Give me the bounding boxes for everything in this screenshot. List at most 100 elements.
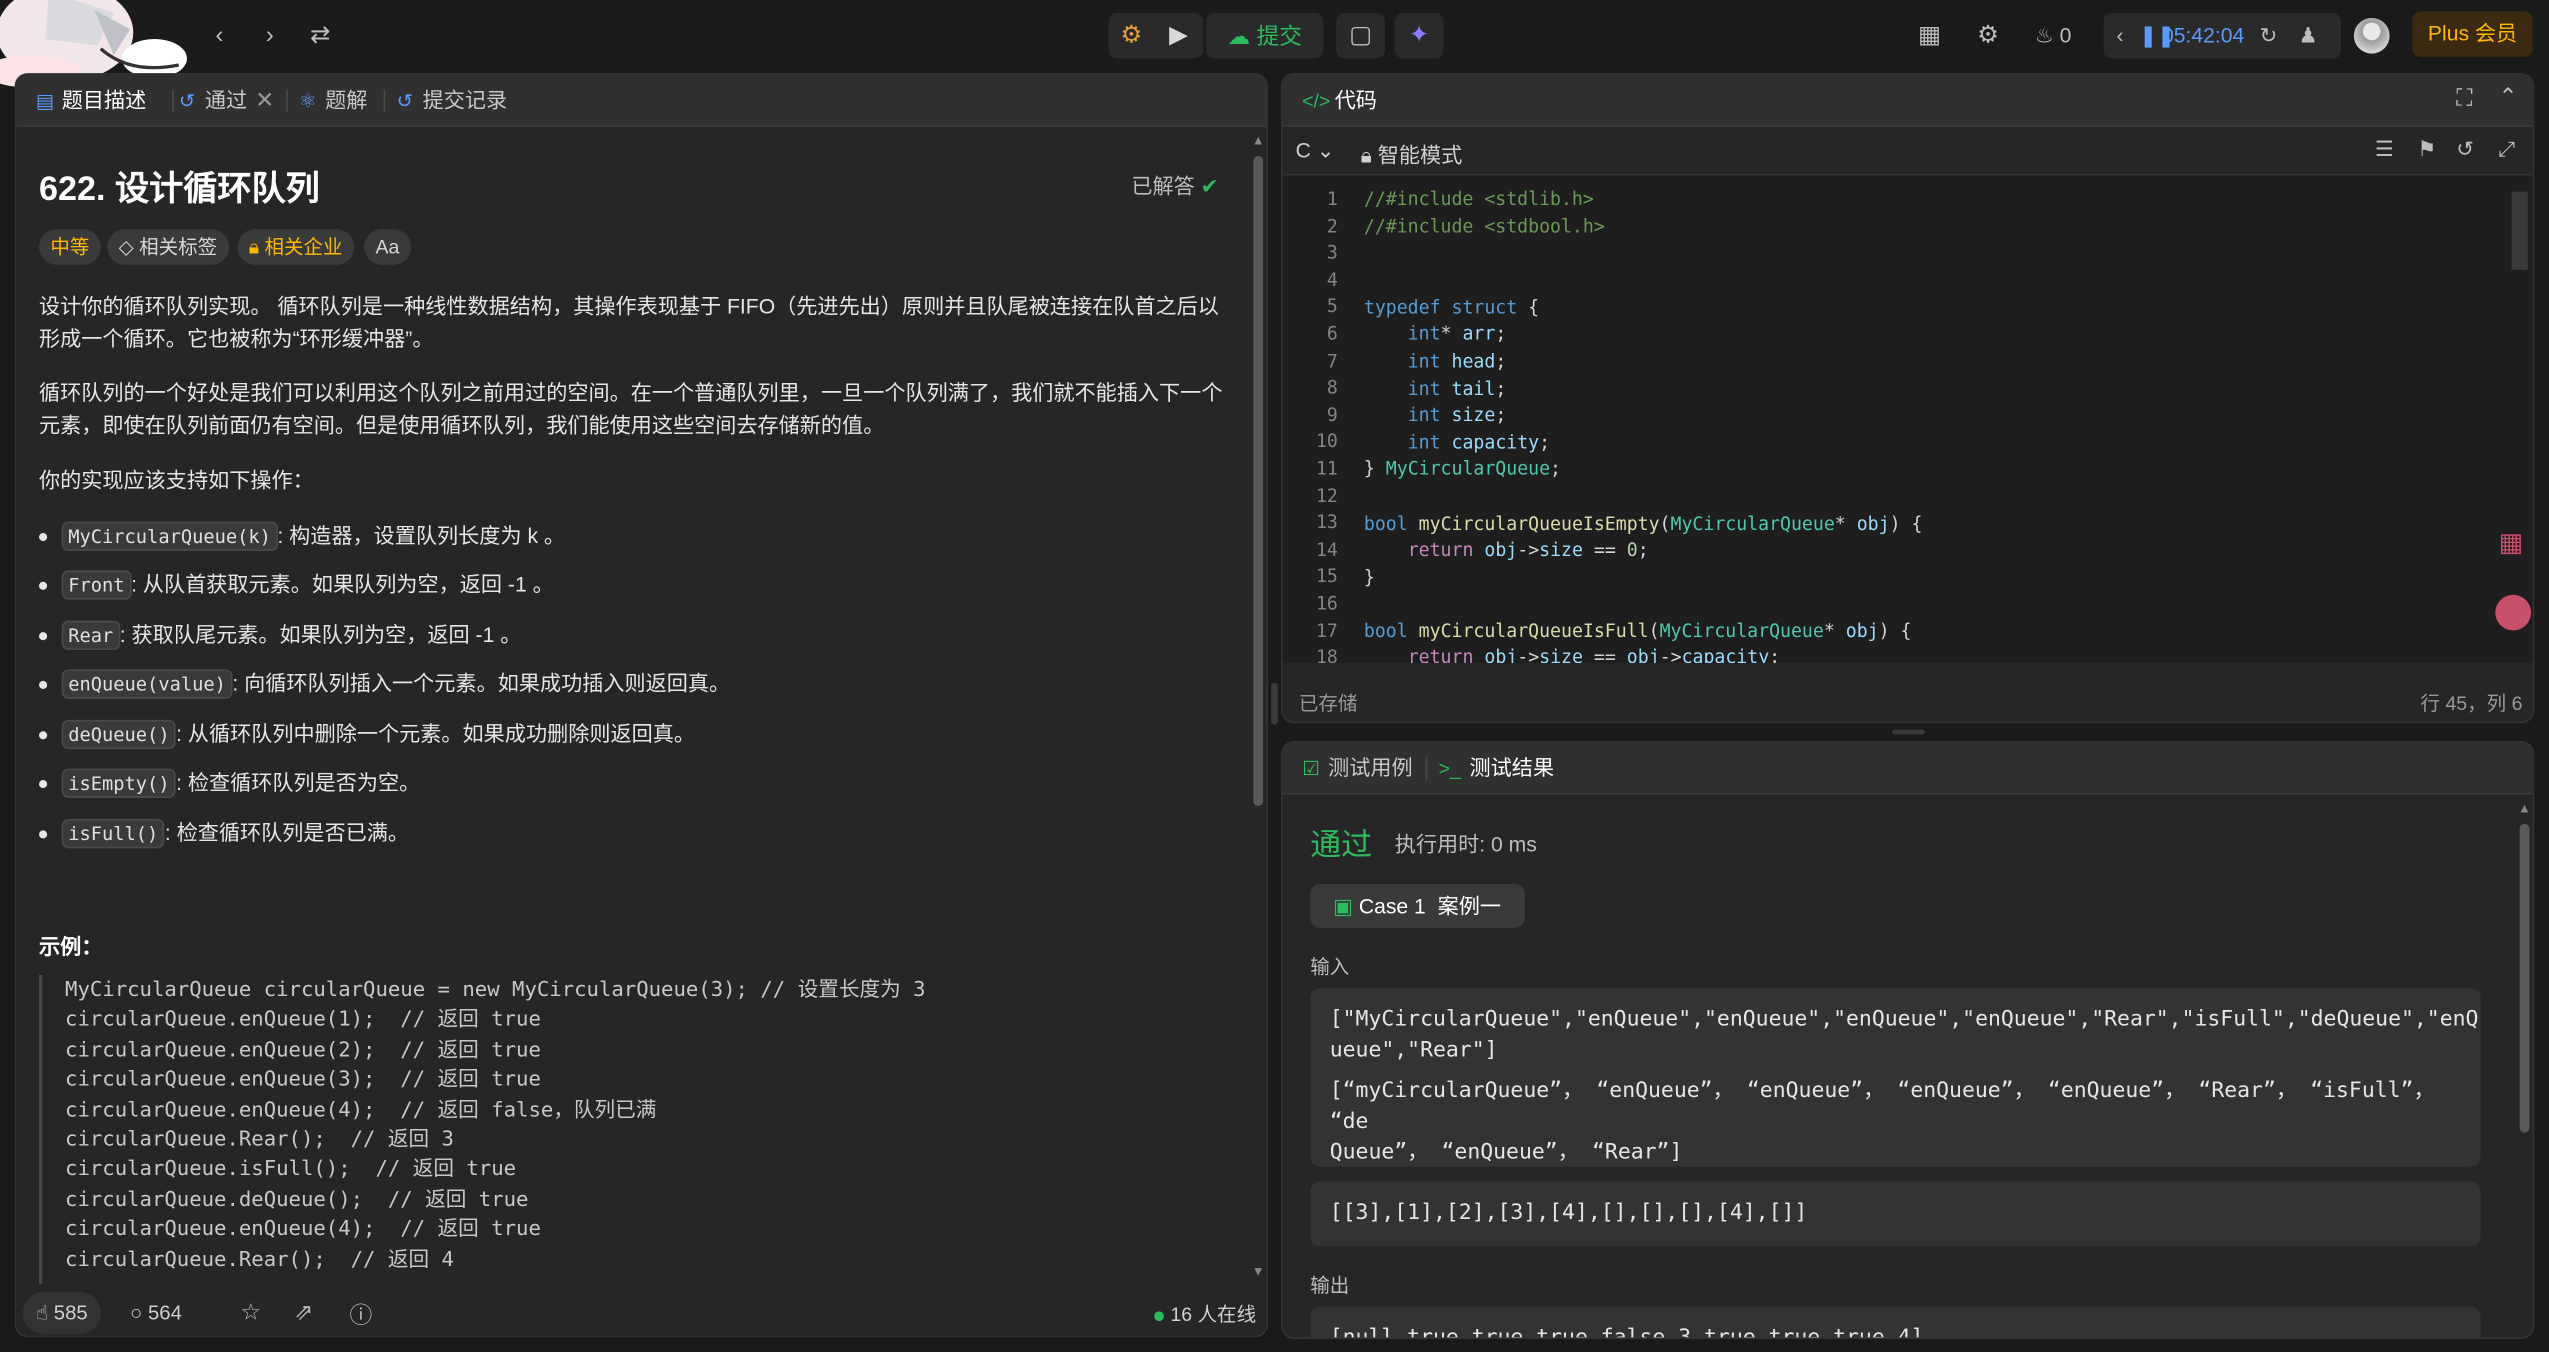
note-icon: ▢ — [1349, 21, 1373, 49]
font-size-chip[interactable]: Aa — [364, 229, 411, 265]
refresh-icon[interactable]: ↻ — [2260, 13, 2278, 59]
grid-app-icon[interactable]: ▦ — [2499, 527, 2524, 560]
format-icon[interactable]: ☰ — [2375, 137, 2394, 163]
line-number: 1 — [1326, 188, 1338, 210]
avatar[interactable] — [2353, 17, 2390, 54]
output-box: [null,true,true,true,false,3,true,true,t… — [1310, 1306, 2481, 1338]
line-number: 15 — [1315, 566, 1338, 588]
tab-solutions[interactable]: ⚛ 题解 — [296, 75, 367, 127]
debug-icon[interactable]: ⚙ — [1114, 18, 1150, 54]
reset-icon[interactable]: ↺ — [2456, 137, 2474, 163]
lock-icon: 🔒︎ — [248, 235, 265, 259]
line-number: 14 — [1315, 539, 1338, 561]
case-tab[interactable]: ▣ Case 1 案例一 — [1310, 884, 1525, 928]
code-line: //#include <stdbool.h> — [1363, 216, 1605, 238]
thumbs-up-icon: ☝ — [35, 1301, 54, 1325]
shuffle-icon[interactable]: ⇄ — [302, 18, 338, 54]
run-icon[interactable]: ▶ — [1161, 18, 1197, 54]
like-button[interactable]: ☝ 585 — [22, 1291, 101, 1335]
horizontal-splitter[interactable] — [1892, 729, 1925, 735]
prev-problem-icon[interactable]: ‹ — [202, 18, 238, 54]
online-count: 16 人在线 — [1154, 1300, 1256, 1328]
comments-button[interactable]: ○ 564 — [117, 1292, 195, 1334]
help-icon[interactable]: ⓘ — [350, 1298, 373, 1331]
description-footer: ☝ 585 ○ 564 ☆ ⇗ ⓘ 16 人在线 — [16, 1285, 1267, 1336]
collapse-icon[interactable]: ⌃ — [2499, 83, 2518, 111]
list-item: MyCircularQueue(k): 构造器，设置队列长度为 k 。 — [39, 520, 565, 553]
code-header: </> 代码 ⛶ ⌃ — [1282, 74, 2533, 127]
code-icon: </> — [1302, 89, 1331, 113]
language-select[interactable]: C ⌄ — [1296, 138, 1335, 164]
editor-status-bar: 已存储 行 45，列 6 — [1283, 679, 2533, 721]
star-icon[interactable]: ☆ — [241, 1298, 261, 1326]
line-number: 2 — [1326, 215, 1338, 237]
list-item: Front: 从队首获取元素。如果队列为空，返回 -1 。 — [39, 569, 554, 602]
plus-member-button[interactable]: Plus 会员 — [2412, 11, 2533, 57]
editor-scrollbar[interactable] — [2511, 191, 2528, 270]
description-scrollbar[interactable]: ▲ ▼ — [1252, 133, 1265, 1284]
code-editor[interactable]: 1 2 3 4 5 6 7 8 9 10 11 12 13 14 15 16 17 18 //#include <… — [1282, 175, 2533, 663]
runtime: 执行用时: 0 ms — [1394, 832, 1537, 857]
input-box-1: ["MyCircularQueue","enQueue","enQueue","… — [1310, 988, 2481, 1167]
gear-icon[interactable]: ⚙ — [1970, 18, 2006, 54]
code-line: } MyCircularQueue; — [1363, 458, 1562, 480]
bookmark-icon[interactable]: ⚑ — [2417, 137, 2436, 163]
line-number: 13 — [1315, 512, 1338, 534]
top-bar: ‹ › ⇄ ⚙ ▶ ☁ 提交 ▢ ✦ ▦ ⚙ ♨ 0 ‹ ❚❚ 05:42:04… — [0, 0, 2549, 88]
submit-button[interactable]: ☁ 提交 — [1206, 13, 1324, 59]
code-line: typedef struct { — [1363, 297, 1540, 319]
tab-testcases[interactable]: ☑ 测试用例 — [1299, 743, 1413, 795]
tags-chip[interactable]: ◇ 相关标签 — [107, 229, 229, 265]
line-number: 3 — [1326, 242, 1338, 264]
online-dot-icon — [1154, 1311, 1164, 1321]
difficulty-badge: 中等 — [39, 229, 101, 265]
flask-icon: ⚛ — [299, 89, 317, 113]
comment-icon: ○ — [130, 1301, 148, 1325]
maximize-icon[interactable]: ⛶ — [2456, 85, 2472, 113]
layout-icon[interactable]: ▦ — [1912, 18, 1948, 54]
checkbox-icon: ☑ — [1302, 757, 1320, 780]
example-code-block: MyCircularQueue circularQueue = new MyCi… — [39, 975, 1242, 1284]
code-line: int tail; — [1407, 378, 1507, 400]
share-icon[interactable]: ⇗ — [294, 1298, 313, 1326]
fullscreen-icon[interactable]: ⤢ — [2499, 137, 2516, 163]
timer-value: 05:42:04 — [2162, 22, 2245, 48]
terminal-icon: >_ — [1438, 757, 1461, 780]
close-icon[interactable]: ✕ — [255, 86, 274, 114]
companies-chip[interactable]: 🔒︎ 相关企业 — [237, 229, 354, 265]
input-label: 输入 — [1310, 955, 1350, 979]
tab-description[interactable]: ▤ 题目描述 — [33, 75, 147, 127]
line-number: 10 — [1315, 431, 1338, 453]
list-item: deQueue(): 从循环队列中删除一个元素。如果成功删除则返回真。 — [39, 718, 695, 751]
timer[interactable]: ‹ ❚❚ 05:42:04 ↻ ♟ — [2103, 13, 2341, 59]
line-number: 16 — [1315, 593, 1338, 615]
code-line: int head; — [1407, 351, 1507, 373]
line-number: 4 — [1326, 269, 1338, 291]
output-label: 输出 — [1310, 1274, 1350, 1297]
list-item: Rear: 获取队尾元素。如果队列为空，返回 -1 。 — [39, 619, 521, 652]
tab-test-result[interactable]: >_ 测试结果 — [1435, 743, 1554, 795]
check-square-icon: ▣ — [1332, 893, 1359, 919]
check-circle-icon: ✔ — [1200, 173, 1219, 199]
vertical-splitter[interactable] — [1271, 682, 1278, 725]
description-tabs: ▤ 题目描述 ↺ 通过 ✕ ⚛ 题解 ↺ 提交记录 — [16, 74, 1267, 127]
line-number: 12 — [1315, 485, 1338, 507]
code-line: return obj->size == 0; — [1407, 539, 1649, 561]
streak-counter[interactable]: ♨ 0 — [2029, 18, 2078, 54]
result-status: 通过 — [1310, 828, 1373, 863]
saved-status: 已存储 — [1298, 692, 1358, 715]
add-user-icon[interactable]: ♟ — [2299, 13, 2318, 59]
tab-code[interactable]: </> 代码 — [1299, 75, 1377, 127]
history-icon: ↺ — [396, 89, 414, 113]
line-number: 11 — [1315, 458, 1338, 480]
next-problem-icon[interactable]: › — [252, 18, 288, 54]
smart-mode[interactable]: 🔒︎ 智能模式 — [1361, 138, 1463, 169]
list-item: enQueue(value): 向循环队列插入一个元素。如果成功插入则返回真。 — [39, 668, 730, 701]
chevron-left-icon[interactable]: ‹ — [2117, 13, 2124, 59]
assistant-floating-button[interactable] — [2495, 594, 2532, 631]
code-line: bool myCircularQueueIsFull(MyCircularQue… — [1363, 620, 1912, 642]
description-panel: ▤ 题目描述 ↺ 通过 ✕ ⚛ 题解 ↺ 提交记录 622. 设计循环队列 已解答 ✔ … — [14, 73, 1268, 1338]
tab-accepted[interactable]: ↺ 通过 — [176, 75, 247, 127]
tab-submissions[interactable]: ↺ 提交记录 — [393, 75, 508, 127]
result-scrollbar[interactable]: ▲ — [2518, 801, 2531, 1337]
